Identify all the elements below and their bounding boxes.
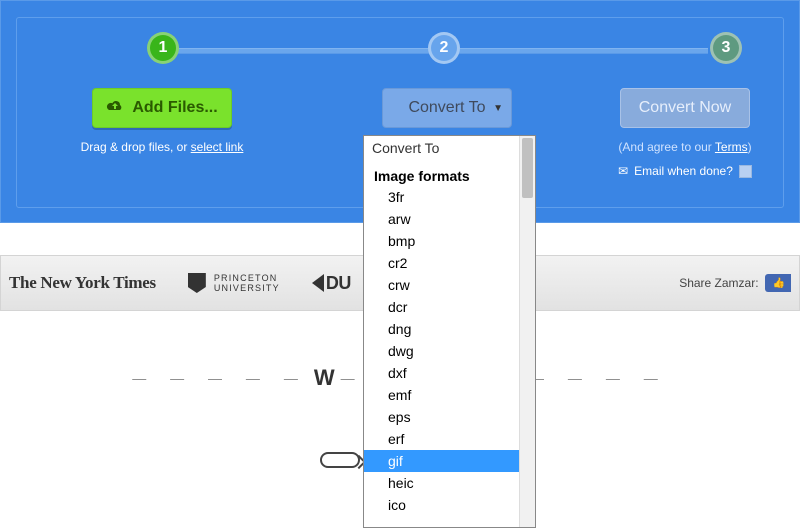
share-label: Share Zamzar: bbox=[679, 276, 758, 290]
dropdown-list: 3frarwbmpcr2crwdcrdngdwgdxfemfepserfgifh… bbox=[364, 186, 535, 516]
princeton-text: PRINCETON UNIVERSITY bbox=[214, 273, 280, 293]
dropdown-scrollbar[interactable] bbox=[519, 136, 535, 527]
convert-to-dropdown[interactable]: Convert To Image formats 3frarwbmpcr2crw… bbox=[363, 135, 536, 528]
email-label: Email when done? bbox=[634, 164, 733, 178]
envelope-icon: ✉ bbox=[618, 164, 628, 178]
convert-now-label: Convert Now bbox=[639, 99, 731, 117]
terms-link[interactable]: Terms bbox=[715, 140, 748, 154]
dropdown-option-arw[interactable]: arw bbox=[388, 208, 535, 230]
nyt-logo: The New York Times bbox=[9, 273, 156, 293]
dropdown-section-label: Image formats bbox=[364, 160, 535, 186]
dropdown-option-eps[interactable]: eps bbox=[388, 406, 535, 428]
duo-logo-fragment: DU bbox=[312, 273, 351, 294]
dropdown-option-heic[interactable]: heic bbox=[388, 472, 535, 494]
hint-pre: Drag & drop files, or bbox=[81, 140, 191, 154]
capsule-shape bbox=[320, 452, 360, 468]
dropdown-option-bmp[interactable]: bmp bbox=[388, 230, 535, 252]
dropdown-option-dng[interactable]: dng bbox=[388, 318, 535, 340]
dropdown-option-cr2[interactable]: cr2 bbox=[388, 252, 535, 274]
facebook-like-button[interactable] bbox=[765, 274, 791, 292]
agree-pre: (And agree to our bbox=[618, 140, 715, 154]
dropdown-option-dxf[interactable]: dxf bbox=[388, 362, 535, 384]
col-add: Add Files... Drag & drop files, or selec… bbox=[17, 88, 307, 178]
convert-to-select[interactable]: Convert To ▼ bbox=[382, 88, 512, 128]
agree-text: (And agree to our Terms) bbox=[618, 140, 751, 154]
scrollbar-thumb[interactable] bbox=[522, 138, 533, 198]
princeton-top: PRINCETON bbox=[214, 273, 280, 283]
princeton-logo: PRINCETON UNIVERSITY bbox=[188, 273, 280, 293]
duo-text: DU bbox=[326, 273, 351, 294]
step-2-badge: 2 bbox=[428, 32, 460, 64]
dash-left: — — — — — bbox=[132, 370, 308, 386]
drag-drop-hint: Drag & drop files, or select link bbox=[81, 140, 244, 154]
divider-w: W bbox=[314, 365, 335, 391]
triangle-left-icon bbox=[312, 274, 324, 292]
dropdown-option-crw[interactable]: crw bbox=[388, 274, 535, 296]
upload-cloud-icon bbox=[106, 99, 124, 118]
dropdown-option-dcr[interactable]: dcr bbox=[388, 296, 535, 318]
dropdown-option-dwg[interactable]: dwg bbox=[388, 340, 535, 362]
princeton-bot: UNIVERSITY bbox=[214, 283, 280, 293]
step-3-badge: 3 bbox=[710, 32, 742, 64]
select-link[interactable]: select link bbox=[191, 140, 244, 154]
convert-to-label: Convert To bbox=[408, 99, 485, 117]
share-row: Share Zamzar: bbox=[679, 274, 791, 292]
step-1-badge: 1 bbox=[147, 32, 179, 64]
dropdown-option-erf[interactable]: erf bbox=[388, 428, 535, 450]
dropdown-option-emf[interactable]: emf bbox=[388, 384, 535, 406]
caret-down-icon: ▼ bbox=[493, 103, 503, 114]
dropdown-option-gif[interactable]: gif bbox=[364, 450, 535, 472]
add-files-label: Add Files... bbox=[132, 99, 217, 117]
email-checkbox[interactable] bbox=[739, 165, 752, 178]
shield-icon bbox=[188, 273, 206, 293]
step-indicator: 1 2 3 bbox=[17, 32, 783, 64]
dropdown-option-3fr[interactable]: 3fr bbox=[388, 186, 535, 208]
email-row: ✉ Email when done? bbox=[618, 164, 752, 178]
dropdown-option-ico[interactable]: ico bbox=[388, 494, 535, 516]
col-convert-now: Convert Now (And agree to our Terms) ✉ E… bbox=[587, 88, 783, 178]
convert-now-button[interactable]: Convert Now bbox=[620, 88, 750, 128]
dropdown-header: Convert To bbox=[364, 136, 535, 160]
thumb-up-icon bbox=[773, 277, 785, 289]
add-files-button[interactable]: Add Files... bbox=[92, 88, 232, 128]
agree-post: ) bbox=[748, 140, 752, 154]
